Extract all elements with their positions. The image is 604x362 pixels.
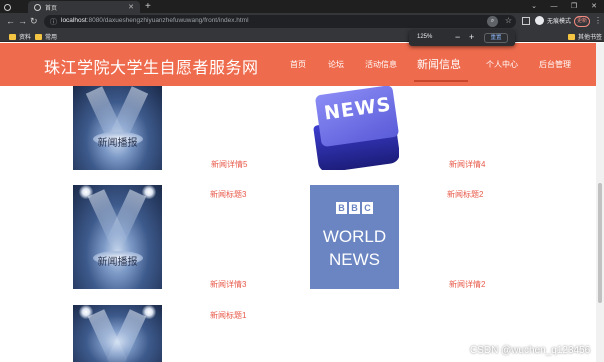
- nav-admin[interactable]: 后台管理: [539, 59, 571, 70]
- news-thumbnail[interactable]: B B C WORLD NEWS: [310, 185, 399, 289]
- bbc-logo: B B C: [310, 202, 399, 214]
- forward-icon[interactable]: →: [18, 16, 27, 27]
- update-button[interactable]: 更新: [574, 16, 590, 27]
- window-controls: ⌄ — ❐ ✕: [524, 0, 604, 13]
- close-window-button[interactable]: ✕: [584, 0, 604, 13]
- tab-title: 首页: [45, 5, 58, 12]
- zoom-in-button[interactable]: +: [469, 32, 474, 42]
- bbc-letter: C: [362, 202, 373, 214]
- address-bar[interactable]: ⓘ localhost:8080/daxueshengzhiyuanzhefuw…: [44, 15, 516, 28]
- news-detail-link[interactable]: 新闻详情4: [449, 159, 485, 170]
- minimize-button[interactable]: —: [544, 0, 564, 13]
- chevron-down-icon[interactable]: ⌄: [524, 0, 544, 13]
- folder-icon: [568, 33, 575, 40]
- bbc-news-text: NEWS: [329, 250, 380, 269]
- folder-icon: [9, 33, 16, 40]
- nav-activities[interactable]: 活动信息: [365, 59, 397, 70]
- nav-active-indicator: [414, 80, 468, 82]
- bookmark-label: 常用: [45, 35, 58, 41]
- reload-icon[interactable]: ↻: [30, 16, 38, 27]
- zoom-popup: 125% − + 重置: [409, 30, 515, 46]
- site-header: 珠江学院大学生自愿者服务网 首页 论坛 活动信息 新闻信息 个人中心 后台管理: [0, 43, 604, 86]
- bookmark-folder[interactable]: 常用: [35, 32, 57, 41]
- other-bookmarks[interactable]: 其他书签: [568, 32, 602, 41]
- tab-inactive[interactable]: [4, 1, 26, 13]
- news-title-link[interactable]: 新闻标题2: [447, 189, 483, 200]
- tab-strip: 首页 ✕ + ⌄ — ❐ ✕: [0, 0, 604, 13]
- close-icon[interactable]: ✕: [128, 3, 134, 11]
- incognito-icon: [535, 16, 544, 25]
- site-title: 珠江学院大学生自愿者服务网: [44, 58, 259, 77]
- bbc-world-text: WORLD: [322, 227, 387, 246]
- page-viewport: 珠江学院大学生自愿者服务网 首页 论坛 活动信息 新闻信息 个人中心 后台管理 …: [0, 43, 604, 362]
- watermark: CSDN @wuchen_q123456: [470, 345, 591, 356]
- news-title-link[interactable]: 新闻标题3: [210, 189, 246, 200]
- nav-personal-center[interactable]: 个人中心: [486, 59, 518, 70]
- zoom-level: 125%: [417, 34, 433, 40]
- profile-label: 无痕模式: [547, 19, 572, 25]
- bookmark-star-icon[interactable]: ☆: [505, 16, 512, 25]
- thumbnail-caption: 新闻播报: [97, 138, 138, 149]
- restore-button[interactable]: ❐: [564, 0, 584, 13]
- news-title-link[interactable]: 新闻标题1: [210, 310, 246, 321]
- thumbnail-caption: 新闻播报: [97, 257, 138, 268]
- url-host: localhost: [61, 17, 87, 24]
- news-thumbnail[interactable]: 新闻播报: [73, 86, 162, 170]
- bookmark-folder[interactable]: 资料: [9, 32, 31, 41]
- bbc-letter: B: [336, 202, 347, 214]
- scrollbar-thumb[interactable]: [598, 183, 602, 303]
- new-tab-button[interactable]: +: [145, 1, 151, 12]
- back-icon[interactable]: ←: [6, 16, 15, 27]
- news-thumbnail[interactable]: NEWS: [310, 86, 399, 170]
- news-thumbnail[interactable]: 新闻播报: [73, 185, 162, 289]
- site-info-icon[interactable]: ⓘ: [50, 17, 57, 27]
- zoom-out-button[interactable]: −: [455, 32, 460, 42]
- tab-active[interactable]: 首页 ✕: [28, 1, 140, 13]
- globe-icon: [4, 3, 11, 11]
- menu-icon[interactable]: ⋮: [594, 16, 602, 25]
- url-text[interactable]: localhost:8080/daxueshengzhiyuanzhefuwuw…: [61, 17, 249, 24]
- globe-icon: [34, 3, 41, 11]
- news-detail-link[interactable]: 新闻详情5: [211, 159, 247, 170]
- zoom-reset-button[interactable]: 重置: [484, 33, 508, 43]
- nav-news[interactable]: 新闻信息: [417, 56, 461, 72]
- bbc-letter: B: [349, 202, 360, 214]
- news-thumbnail[interactable]: [73, 305, 162, 362]
- nav-forum[interactable]: 论坛: [328, 59, 344, 70]
- url-path: :8080/daxueshengzhiyuanzhefuwuwang/front…: [86, 17, 249, 24]
- bookmark-label: 资料: [19, 35, 32, 41]
- profile-button[interactable]: 无痕模式: [535, 16, 571, 25]
- zoom-icon[interactable]: ⌕: [487, 16, 498, 27]
- side-panel-icon[interactable]: [522, 17, 530, 25]
- browser-window: 首页 ✕ + ⌄ — ❐ ✕ ← → ↻ ⓘ localhost:8080/da…: [0, 0, 604, 362]
- vertical-scrollbar[interactable]: [596, 43, 604, 362]
- news-detail-link[interactable]: 新闻详情2: [449, 279, 485, 290]
- nav-home[interactable]: 首页: [290, 59, 306, 70]
- news-detail-link[interactable]: 新闻详情3: [210, 279, 246, 290]
- browser-toolbar: ← → ↻ ⓘ localhost:8080/daxueshengzhiyuan…: [0, 13, 604, 30]
- folder-icon: [35, 33, 42, 40]
- other-bookmarks-label: 其他书签: [578, 35, 603, 41]
